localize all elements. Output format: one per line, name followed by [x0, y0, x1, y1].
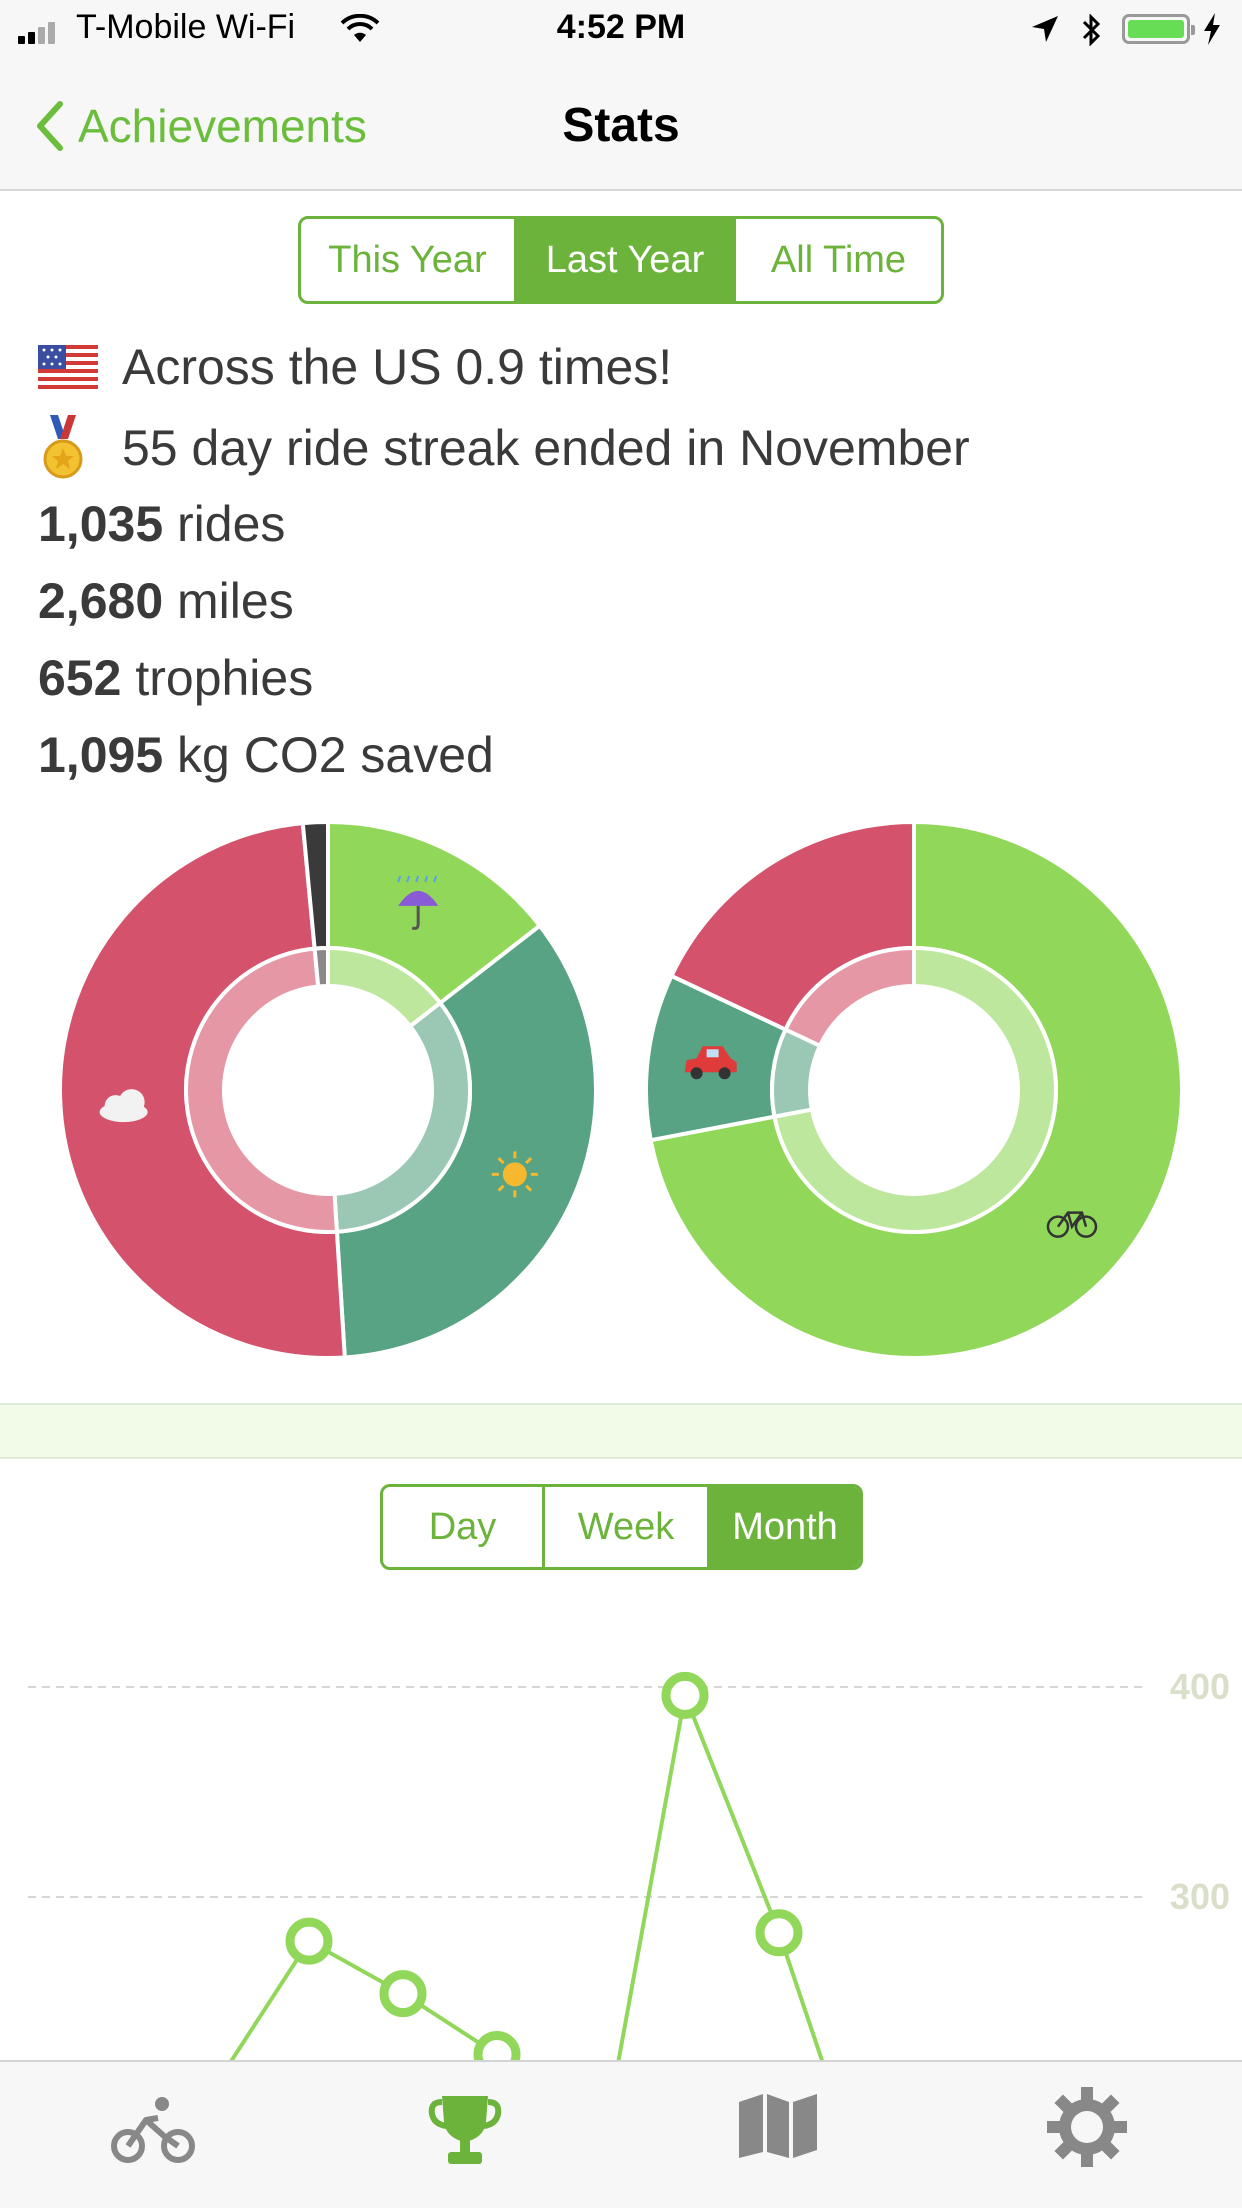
ride-icon[interactable]	[110, 2092, 196, 2172]
stat-co2: 1,095 kg CO2 saved	[38, 726, 494, 784]
segment-last-year[interactable]: Last Year	[517, 219, 736, 301]
data-point[interactable]	[661, 1671, 709, 1719]
page-title: Stats	[562, 99, 680, 152]
settings-icon[interactable]	[1046, 2086, 1128, 2168]
stat-rides: 1,035 rides	[38, 495, 285, 553]
segment-week[interactable]: Week	[545, 1487, 710, 1567]
streak-row: 55 day ride streak ended in November	[38, 415, 970, 481]
stat-value: 652	[38, 650, 122, 706]
series-line	[229, 1688, 824, 2060]
status-bar: T-Mobile Wi-Fi 4:52 PM	[0, 0, 1242, 60]
segment-day[interactable]: Day	[383, 1487, 545, 1567]
data-point[interactable]	[755, 1909, 803, 1957]
data-point[interactable]	[379, 1970, 427, 2018]
stat-value: 2,680	[38, 573, 164, 629]
bluetooth-icon	[1082, 14, 1101, 46]
trophy-icon[interactable]	[428, 2092, 502, 2168]
across-us-row: Across the US 0.9 times!	[38, 338, 672, 396]
charging-bolt-icon	[1204, 13, 1220, 45]
segment-this-year[interactable]: This Year	[301, 219, 517, 301]
stat-miles: 2,680 miles	[38, 572, 294, 630]
stat-value: 1,035	[38, 496, 164, 552]
tab-bar	[0, 2060, 1242, 2208]
period-segmented-control: This Year Last Year All Time	[298, 216, 944, 304]
location-arrow-icon	[1032, 16, 1058, 42]
stat-label: kg CO2 saved	[177, 727, 494, 783]
segment-month[interactable]: Month	[710, 1487, 860, 1567]
section-divider	[0, 1403, 1242, 1459]
map-icon[interactable]	[737, 2092, 819, 2160]
medal-icon	[38, 415, 122, 481]
streak-text: 55 day ride streak ended in November	[122, 420, 970, 476]
stat-value: 1,095	[38, 727, 164, 783]
stat-trophies: 652 trophies	[38, 649, 313, 707]
stat-label: miles	[177, 573, 294, 629]
stat-label: trophies	[135, 650, 314, 706]
us-flag-icon	[38, 345, 122, 389]
stat-label: rides	[177, 496, 286, 552]
y-tick-label: 300	[1170, 1876, 1230, 1917]
y-tick-label: 400	[1170, 1666, 1230, 1707]
battery-icon	[1122, 14, 1195, 44]
data-point[interactable]	[473, 2031, 521, 2061]
weather-donut-chart	[58, 820, 598, 1360]
rides-line-chart: 400 300	[28, 1666, 1230, 2061]
across-us-text: Across the US 0.9 times!	[122, 339, 673, 395]
weather-donut-hole	[224, 986, 432, 1194]
range-segmented-control: Day Week Month	[380, 1484, 863, 1570]
navigation-bar: Achievements Stats	[0, 60, 1242, 191]
transport-mode-donut-chart	[644, 820, 1184, 1360]
segment-all-time[interactable]: All Time	[736, 219, 941, 301]
data-point[interactable]	[285, 1917, 333, 1965]
sun-icon	[491, 1151, 538, 1198]
mode-donut-hole	[810, 986, 1018, 1194]
